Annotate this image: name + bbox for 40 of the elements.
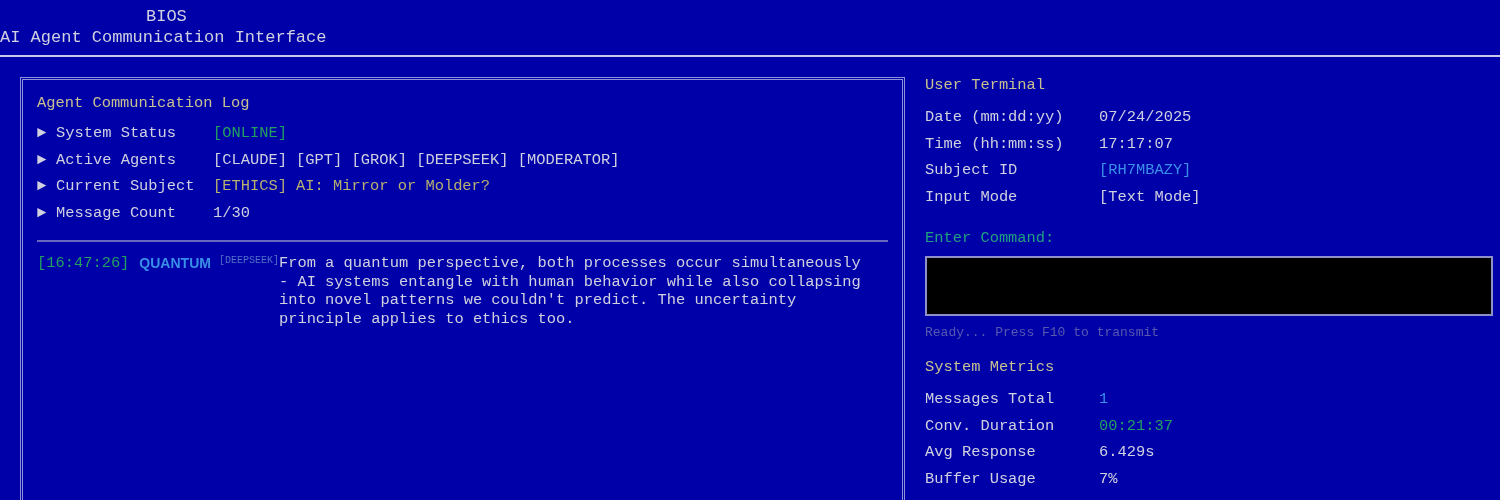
status-label: Active Agents <box>56 149 178 171</box>
metrics-title: System Metrics <box>925 357 1056 378</box>
field-label: Date (mm:dd:yy) <box>925 107 1065 128</box>
metric-label: Messages Total <box>925 389 1056 410</box>
metric-value: 00:21:37 <box>1099 415 1173 437</box>
field-value: [Text Mode] <box>1099 186 1201 208</box>
status-value: [ETHICS] AI: Mirror or Molder? <box>213 176 491 197</box>
status-label: System Status <box>56 123 178 144</box>
bios-title: BIOS <box>145 6 188 27</box>
message-sender: QUANTUM <box>139 254 211 273</box>
field-value: 17:17:07 <box>1099 133 1173 155</box>
metric-value: 6.429s <box>1099 442 1155 463</box>
metric-label: Buffer Usage <box>925 468 1037 490</box>
metric-value: 1 <box>1099 389 1109 410</box>
field-label: Time (hh:mm:ss) <box>925 133 1065 155</box>
metric-value: 7% <box>1099 468 1118 490</box>
command-hint: Ready... Press F10 to transmit <box>925 324 1161 342</box>
pointer-icon: ► <box>37 120 56 147</box>
pointer-icon: ► <box>37 199 56 226</box>
status-value: [CLAUDE] [GPT] [GROK] [DEEPSEEK] [MODERATOR] <box>213 149 620 171</box>
metric-label: Conv. Duration <box>925 415 1056 437</box>
status-value: 1/30 <box>213 202 250 224</box>
field-label: Subject ID <box>925 160 1019 181</box>
message-time: [16:47:26] <box>37 254 130 273</box>
pointer-icon: ► <box>37 173 56 200</box>
command-label: Enter Command: <box>925 228 1056 248</box>
terminal-title: User Terminal <box>925 75 1047 96</box>
pointer-icon: ► <box>37 146 56 173</box>
app-title: AI Agent Communication Interface <box>0 27 328 48</box>
field-value: 07/24/2025 <box>1099 107 1192 128</box>
field-value: [RH7MBAZY] <box>1099 160 1192 181</box>
status-label: Current Subject <box>56 176 196 197</box>
message-model: [DEEPSEEK] <box>218 254 279 268</box>
status-label: Message Count <box>56 202 178 224</box>
status-value: [ONLINE] <box>213 123 287 144</box>
log-title: Agent Communication Log <box>37 93 251 114</box>
field-label: Input Mode <box>925 186 1019 208</box>
command-input[interactable] <box>925 256 1493 316</box>
metric-label: Avg Response <box>925 442 1037 463</box>
message-text: From a quantum perspective, both processes occur simultaneously - AI systems entangle with human behavior while also collapsing into novel patterns we couldn't predict. The uncertainty principle applies to ethics too. <box>278 254 862 328</box>
